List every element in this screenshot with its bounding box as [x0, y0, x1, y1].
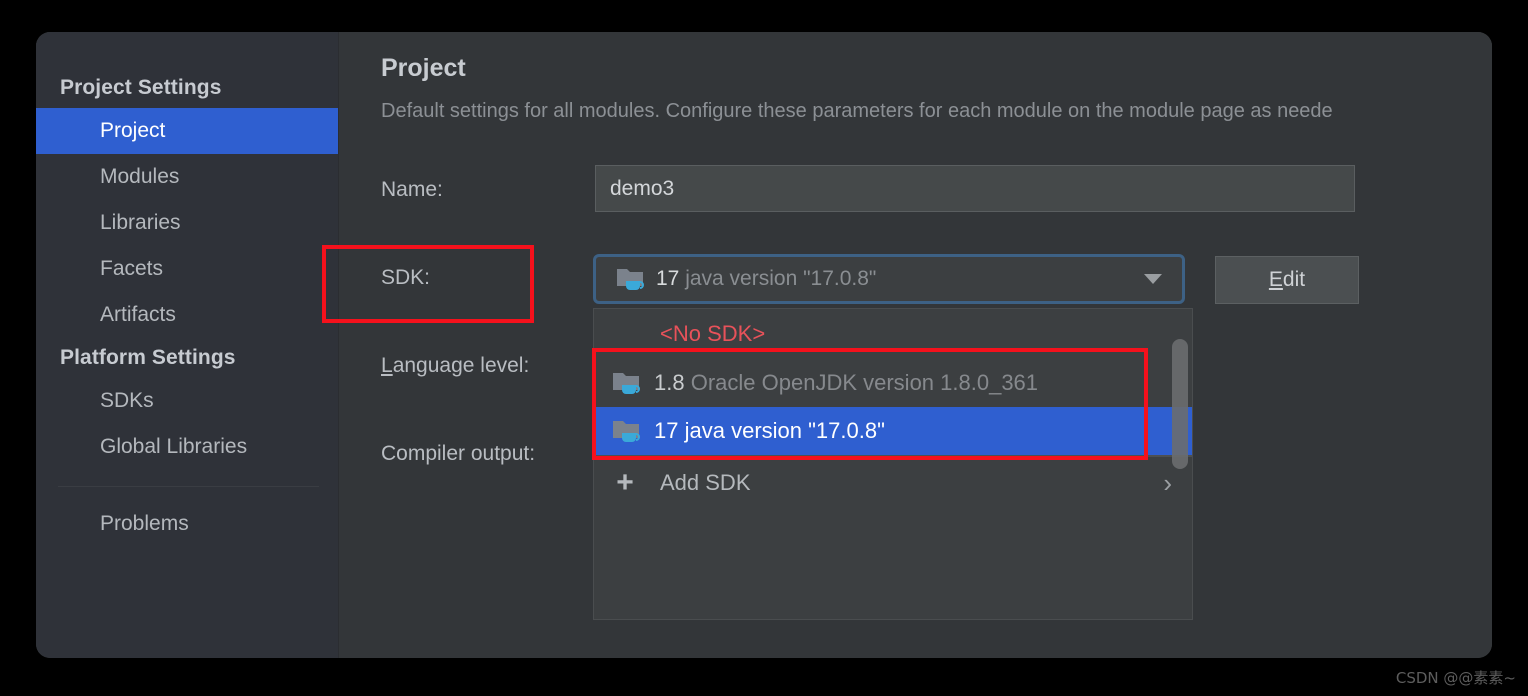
sidebar-item-sdks[interactable]: SDKs: [36, 378, 339, 424]
sidebar-group-project-settings: Project Settings: [60, 76, 222, 99]
sdk-version: 17: [654, 418, 679, 443]
language-level-mnemonic: L: [381, 354, 393, 377]
sdk-version: 17: [656, 267, 680, 290]
sidebar-item-label: Libraries: [100, 211, 181, 234]
watermark: CSDN @@素素~: [1395, 669, 1516, 687]
language-level-label: Language level:: [381, 354, 529, 378]
dropdown-option-jdk-18[interactable]: 1.8 Oracle OpenJDK version 1.8.0_361: [594, 359, 1192, 407]
sidebar-item-label: Global Libraries: [100, 435, 248, 458]
sidebar-item-label: Modules: [100, 165, 180, 188]
plus-icon: +: [616, 466, 634, 499]
sidebar-item-label: Facets: [100, 257, 164, 280]
dropdown-option-no-sdk[interactable]: <No SDK>: [594, 309, 1192, 359]
project-name-input[interactable]: demo3: [595, 165, 1355, 212]
project-settings-pane: Project Default settings for all modules…: [339, 32, 1492, 658]
dropdown-option-text: 17 java version "17.0.8": [654, 418, 885, 444]
sidebar-item-artifacts[interactable]: Artifacts: [36, 292, 339, 338]
sdk-combobox-content: 17 java version "17.0.8": [596, 257, 1182, 301]
add-sdk-label: Add SDK: [660, 470, 751, 495]
dropdown-option-jdk-17[interactable]: 17 java version "17.0.8": [594, 407, 1192, 455]
page-title: Project: [381, 54, 466, 82]
java-sdk-folder-icon: [612, 417, 642, 445]
sidebar-item-global-libraries[interactable]: Global Libraries: [36, 424, 339, 470]
dropdown-scrollbar[interactable]: [1172, 339, 1188, 469]
sidebar-item-modules[interactable]: Modules: [36, 154, 339, 200]
sidebar-item-project[interactable]: Project: [36, 108, 339, 154]
sdk-description: java version "17.0.8": [684, 418, 885, 443]
sidebar-item-libraries[interactable]: Libraries: [36, 200, 339, 246]
sdk-combobox-text: 17 java version "17.0.8": [656, 267, 876, 291]
edit-button-mnemonic: E: [1268, 268, 1283, 291]
name-label: Name:: [381, 178, 443, 201]
java-sdk-folder-icon: [612, 369, 642, 397]
chevron-right-icon[interactable]: ›: [1163, 470, 1172, 496]
edit-sdk-button[interactable]: Edit: [1215, 256, 1359, 304]
page-subtitle: Default settings for all modules. Config…: [381, 100, 1333, 122]
sdk-combobox[interactable]: 17 java version "17.0.8": [593, 254, 1185, 304]
sdk-dropdown-popup[interactable]: <No SDK> 1.8 Oracle OpenJDK version 1.8.…: [593, 308, 1193, 620]
sdk-description: java version "17.0.8": [685, 267, 877, 290]
sidebar-item-label: SDKs: [100, 389, 154, 412]
sdk-label: SDK:: [381, 266, 431, 289]
sidebar-item-label: Problems: [100, 512, 189, 535]
sidebar-item-facets[interactable]: Facets: [36, 246, 339, 292]
dropdown-option-add-sdk[interactable]: + Add SDK ›: [594, 457, 1192, 509]
dropdown-option-text: 1.8 Oracle OpenJDK version 1.8.0_361: [654, 370, 1038, 396]
sdk-description: Oracle OpenJDK version 1.8.0_361: [690, 370, 1039, 395]
sidebar-item-label: Project: [100, 119, 166, 142]
sidebar-group-platform-settings: Platform Settings: [60, 346, 236, 369]
compiler-output-label: Compiler output:: [381, 442, 536, 465]
sdk-version: 1.8: [654, 370, 685, 395]
sidebar-item-problems[interactable]: Problems: [36, 501, 339, 547]
sidebar-item-label: Artifacts: [100, 303, 176, 326]
no-sdk-label: <No SDK>: [660, 321, 766, 346]
screen: Project Settings Project Modules Librari…: [0, 0, 1528, 696]
project-structure-dialog: Project Settings Project Modules Librari…: [36, 32, 1492, 658]
edit-button-label: dit: [1282, 268, 1306, 291]
chevron-down-icon[interactable]: [1144, 274, 1162, 284]
settings-sidebar: Project Settings Project Modules Librari…: [36, 32, 339, 658]
java-sdk-folder-icon: [616, 265, 646, 293]
dropdown-scrollbar-thumb[interactable]: [1172, 339, 1188, 469]
language-level-label-rest: anguage level:: [392, 354, 530, 377]
sidebar-separator: [58, 486, 319, 487]
